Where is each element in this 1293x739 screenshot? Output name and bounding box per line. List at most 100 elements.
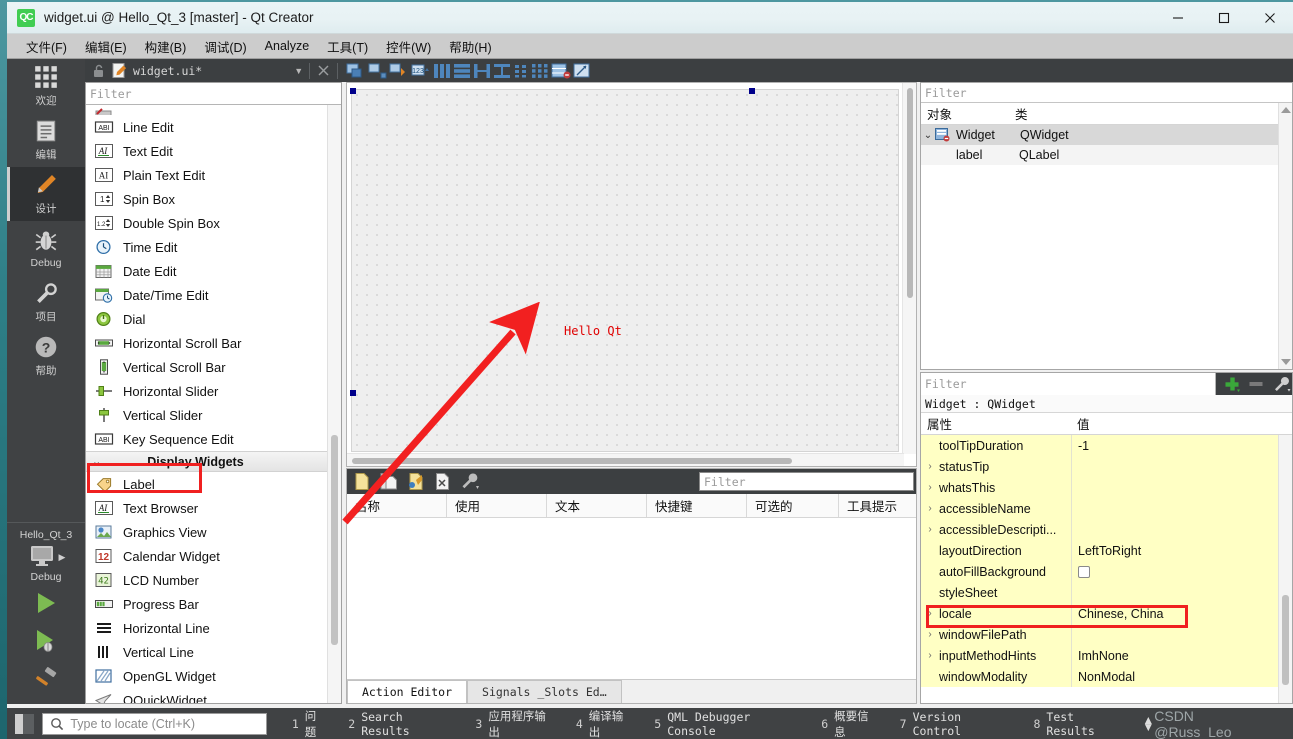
edit-buddies-icon[interactable] (388, 62, 410, 80)
expand-chevron-icon[interactable]: › (921, 503, 939, 514)
layout-vertically-icon[interactable] (452, 62, 472, 80)
property-value-checkbox-cell[interactable] (1071, 561, 1276, 582)
list-item-qquickwidget[interactable]: QQuickWidget (86, 688, 341, 703)
property-row-layoutDirection[interactable]: layoutDirection LeftToRight (921, 540, 1292, 561)
list-item-date-edit[interactable]: Date Edit (86, 259, 341, 283)
layout-splitter-horizontal-icon[interactable] (472, 62, 492, 80)
list-item-date-time-edit[interactable]: Date/Time Edit (86, 283, 341, 307)
property-row-statusTip[interactable]: › statusTip (921, 456, 1292, 477)
property-editor-scroll-thumb[interactable] (1282, 595, 1289, 685)
remove-property-icon[interactable] (1248, 377, 1265, 391)
property-value[interactable] (1071, 498, 1276, 519)
mode-debug[interactable]: Debug (7, 221, 85, 275)
edit-widgets-icon[interactable] (344, 62, 366, 80)
edit-signals-slots-icon[interactable] (366, 62, 388, 80)
list-item-plain-text-edit[interactable]: AI Plain Text Edit (86, 163, 341, 187)
layout-horizontally-icon[interactable] (432, 62, 452, 80)
property-value[interactable] (1071, 624, 1276, 645)
property-row-accessibleName[interactable]: › accessibleName (921, 498, 1292, 519)
object-inspector-filter[interactable]: Filter (921, 83, 1292, 103)
expand-chevron-icon[interactable]: ⌄ (921, 130, 935, 141)
open-file-selector[interactable]: widget.ui* (111, 62, 202, 79)
menu-debug[interactable]: 调试(D) (195, 34, 255, 59)
mode-edit[interactable]: 编辑 (7, 113, 85, 167)
mode-welcome[interactable]: 欢迎 (7, 59, 85, 113)
scroll-down-arrow-icon[interactable] (1281, 359, 1291, 365)
adjust-size-icon[interactable] (572, 62, 592, 80)
output-pane-general-messages[interactable]: 6 概要信息 (810, 708, 888, 739)
menu-build[interactable]: 构建(B) (136, 34, 196, 59)
expand-chevron-icon[interactable]: › (921, 608, 939, 619)
list-item-vertical-line[interactable]: Vertical Line (86, 640, 341, 664)
menu-edit[interactable]: 编辑(E) (76, 34, 136, 59)
output-pane-test-results[interactable]: 8 Test Results (1022, 710, 1136, 738)
form-editor-canvas[interactable]: Hello Qt (346, 82, 917, 467)
expand-chevron-icon[interactable]: › (921, 629, 939, 640)
property-value[interactable] (1071, 477, 1276, 498)
output-pane-updown-icon[interactable]: ▲ ▼ (1142, 714, 1154, 733)
property-value[interactable]: LeftToRight (1071, 540, 1276, 561)
list-item-horizontal-slider[interactable]: Horizontal Slider (86, 379, 341, 403)
property-row-inputMethodHints[interactable]: › inputMethodHints ImhNone (921, 645, 1292, 666)
menu-tools[interactable]: 工具(T) (318, 34, 377, 59)
delete-action-icon[interactable] (434, 472, 451, 491)
layout-form-icon[interactable] (512, 62, 530, 80)
property-value[interactable]: NonModal (1071, 666, 1276, 687)
menu-file[interactable]: 文件(F) (17, 34, 76, 59)
list-item-progress-bar[interactable]: Progress Bar (86, 592, 341, 616)
canvas-horizontal-scrollbar[interactable] (347, 453, 904, 466)
property-editor-filter[interactable]: Filter (921, 373, 1216, 395)
property-row-toolTipDuration[interactable]: toolTipDuration -1 (921, 435, 1292, 456)
property-value[interactable] (1071, 456, 1276, 477)
unlocked-padlock-icon[interactable] (91, 63, 107, 79)
list-item-horizontal-line[interactable]: Horizontal Line (86, 616, 341, 640)
list-item-time-edit[interactable]: Time Edit (86, 235, 341, 259)
locator-input[interactable]: Type to locate (Ctrl+K) (42, 712, 267, 735)
menu-analyze[interactable]: Analyze (256, 36, 318, 56)
property-value[interactable]: -1 (1071, 435, 1276, 456)
list-item-partial[interactable] (86, 105, 341, 115)
list-item-horizontal-scroll-bar[interactable]: Horizontal Scroll Bar (86, 331, 341, 355)
minimize-button[interactable] (1155, 2, 1201, 34)
list-item-label[interactable]: Label (86, 472, 341, 496)
list-item-calendar-widget[interactable]: 12 Calendar Widget (86, 544, 341, 568)
object-inspector-scrollbar[interactable] (1278, 103, 1292, 369)
add-property-icon[interactable] (1224, 376, 1241, 393)
copy-action-icon[interactable] (379, 472, 399, 491)
property-value[interactable] (1071, 519, 1276, 540)
output-pane-compile-output[interactable]: 4 编译输出 (565, 708, 643, 739)
property-row-whatsThis[interactable]: › whatsThis (921, 477, 1292, 498)
form-surface[interactable]: Hello Qt (351, 89, 899, 452)
widget-box-filter[interactable]: Filter (86, 83, 341, 105)
property-value[interactable] (1071, 582, 1276, 603)
configure-wrench-icon[interactable] (1272, 376, 1292, 393)
list-item-dial[interactable]: Dial (86, 307, 341, 331)
kit-selector[interactable]: ▶ (27, 544, 65, 570)
property-row-windowFilePath[interactable]: › windowFilePath (921, 624, 1292, 645)
list-item-lcd-number[interactable]: 42 LCD Number (86, 568, 341, 592)
list-item-double-spin-box[interactable]: 1.2 Double Spin Box (86, 211, 341, 235)
close-x-icon[interactable] (316, 63, 331, 78)
widget-group-display-widgets[interactable]: ⌄ Display Widgets (86, 451, 341, 472)
output-pane-version-control[interactable]: 7 Version Control (889, 710, 1023, 738)
canvas-vertical-scrollbar[interactable] (902, 83, 916, 454)
edit-action-icon[interactable] (407, 472, 426, 491)
property-row-windowModality[interactable]: windowModality NonModal (921, 666, 1292, 687)
list-item-opengl-widget[interactable]: OpenGL Widget (86, 664, 341, 688)
expand-chevron-icon[interactable]: › (921, 482, 939, 493)
output-pane-application-output[interactable]: 3 应用程序输出 (464, 708, 564, 739)
property-row-accessibleDescription[interactable]: › accessibleDescripti... (921, 519, 1292, 540)
mode-projects[interactable]: 项目 (7, 275, 85, 329)
build-button[interactable] (31, 666, 61, 697)
canvas-vertical-scroll-thumb[interactable] (907, 88, 913, 298)
expand-chevron-icon[interactable]: › (921, 461, 939, 472)
canvas-horizontal-scroll-thumb[interactable] (352, 458, 792, 464)
property-row-locale[interactable]: › locale Chinese, China (921, 603, 1292, 624)
list-item-spin-box[interactable]: 1 Spin Box (86, 187, 341, 211)
new-action-icon[interactable] (353, 472, 371, 491)
output-pane-qml-debugger-console[interactable]: 5 QML Debugger Console (643, 710, 810, 738)
action-editor-filter[interactable]: Filter (699, 472, 914, 491)
menu-widgets[interactable]: 控件(W) (377, 34, 440, 59)
mode-design[interactable]: 设计 (7, 167, 85, 221)
object-row-widget[interactable]: ⌄ Widget QWidget (921, 125, 1292, 145)
